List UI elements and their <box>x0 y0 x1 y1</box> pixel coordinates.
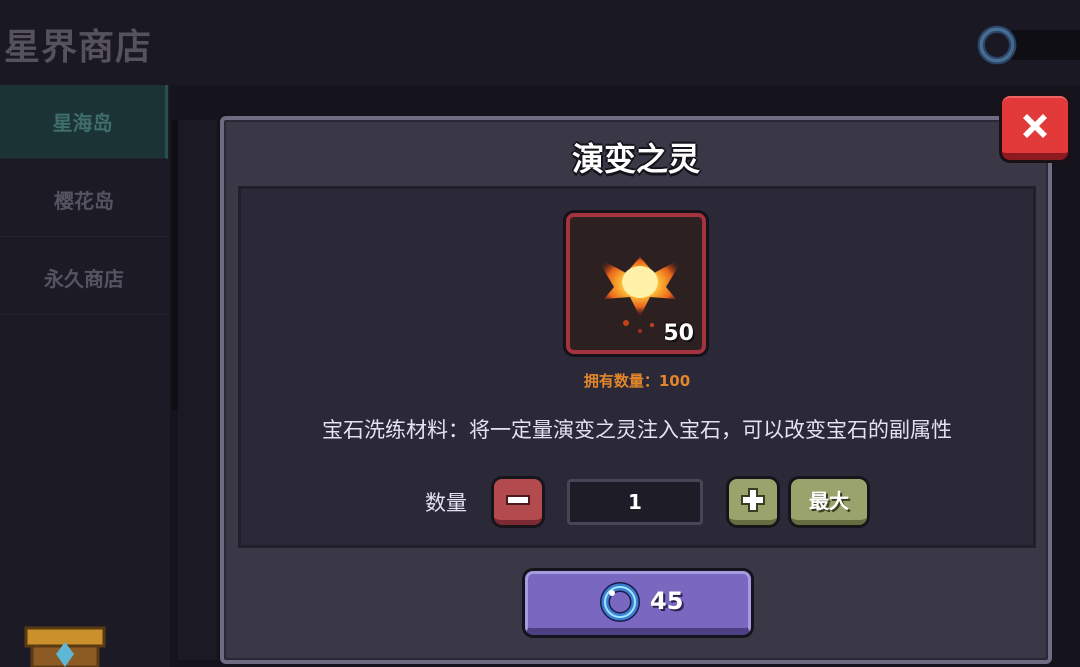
quantity-selector: 数量 最大 <box>241 477 1033 527</box>
buy-button[interactable]: 45 <box>525 571 751 635</box>
currency-display <box>976 24 1080 68</box>
shop-header: 星界商店 <box>0 0 1080 85</box>
max-quantity-button[interactable]: 最大 <box>791 479 867 525</box>
shop-sidebar: 星海岛 樱花岛 永久商店 <box>0 85 170 667</box>
close-button[interactable] <box>1002 96 1068 160</box>
gem-ring-icon <box>600 582 640 622</box>
dialog-title: 演变之灵 <box>571 140 700 178</box>
increase-quantity-button[interactable] <box>729 479 777 525</box>
item-purchase-dialog: 演变之灵 50 拥有数量：100 宝石洗练材料：将一定量演变之灵注入宝石，可以改… <box>220 116 1052 664</box>
quantity-label: 数量 <box>425 491 467 515</box>
item-details-panel: 50 拥有数量：100 宝石洗练材料：将一定量演变之灵注入宝石，可以改变宝石的副… <box>238 186 1036 548</box>
shop-title: 星界商店 <box>4 27 153 68</box>
sidebar-item-sakura-island[interactable]: 樱花岛 <box>0 163 168 237</box>
item-icon-frame: 50 <box>566 213 706 354</box>
sidebar-item-xinghai-island[interactable]: 星海岛 <box>0 85 168 159</box>
price-label: 45 <box>650 587 684 615</box>
quantity-input[interactable] <box>567 479 703 525</box>
item-stack-count: 50 <box>663 321 694 346</box>
treasure-chest-icon <box>24 626 106 667</box>
decrease-quantity-button[interactable] <box>494 479 542 525</box>
currency-bar <box>1010 30 1080 60</box>
gem-ring-icon <box>977 25 1017 65</box>
plus-icon <box>741 487 765 512</box>
minus-icon <box>506 494 530 505</box>
item-description: 宝石洗练材料：将一定量演变之灵注入宝石，可以改变宝石的副属性 <box>322 418 952 442</box>
sidebar-item-permanent-shop[interactable]: 永久商店 <box>0 241 168 315</box>
close-icon <box>1023 113 1047 138</box>
owned-quantity: 拥有数量：100 <box>583 372 691 390</box>
